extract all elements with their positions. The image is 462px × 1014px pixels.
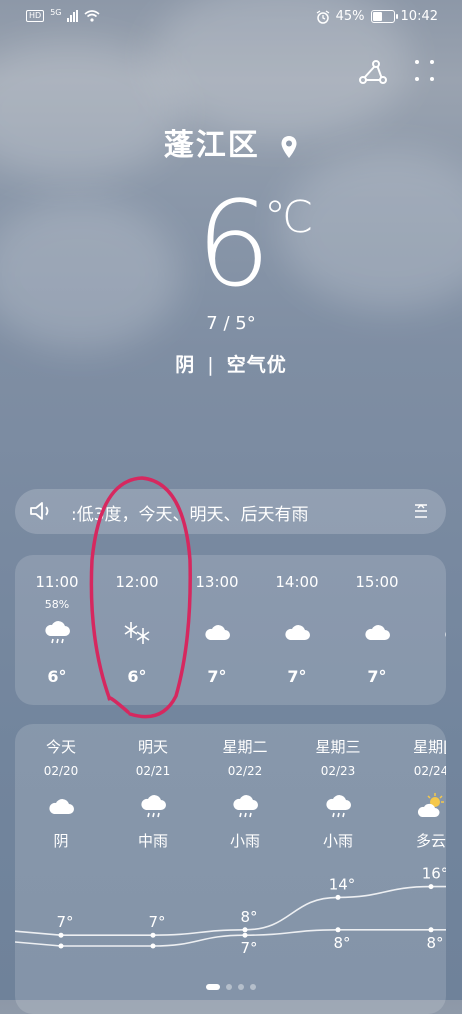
list-menu-icon[interactable] [414, 503, 428, 519]
low-temp-line-point [242, 932, 248, 938]
hour-time: 11:00 [35, 573, 79, 591]
low-temp-line-point [428, 927, 434, 933]
page-dot[interactable] [250, 984, 256, 990]
status-bar: HD 5G 45% 10:42 [0, 0, 462, 34]
weather-condition: 阴 [175, 354, 196, 376]
hour-temp: 6° [127, 667, 147, 686]
battery-percent: 45% [335, 9, 365, 24]
daily-high-label: 14° [329, 875, 356, 893]
cloud-icon [285, 625, 310, 640]
current-temperature: 6 [196, 175, 272, 313]
condition-line: 阴 | 空气优 [0, 350, 462, 377]
page-indicator[interactable] [0, 984, 462, 990]
high-temp-line-point [242, 927, 248, 933]
condition-separator: | [207, 354, 215, 376]
hour-time: 13:00 [195, 573, 239, 591]
page-dot[interactable] [238, 984, 244, 990]
high-temp-line [15, 885, 446, 936]
hour-temp: 6° [47, 667, 67, 686]
air-quality[interactable]: 空气优 [227, 354, 287, 376]
hour-temp: 7° [207, 667, 227, 686]
clock: 10:42 [400, 9, 438, 24]
low-temp-line-point [335, 927, 341, 933]
weather-notice-banner[interactable]: :低3度，今天、明天、后天有雨 [15, 489, 446, 534]
city-name: 蓬江区 [163, 128, 260, 163]
more-options-icon[interactable] [415, 60, 436, 84]
low-temp-line-point [150, 943, 156, 949]
hour-time: 14:00 [275, 573, 319, 591]
daily-high-label: 8° [240, 908, 257, 926]
alarm-icon [316, 9, 329, 24]
temperature-unit: ℃ [264, 192, 314, 243]
high-temp-line-point [428, 884, 434, 890]
low-temp-line [15, 929, 446, 947]
temperature-trend-chart: 7° 7° 8° 7° 14° 8° 16° 8° [15, 865, 446, 957]
hour-time: 15:00 [355, 573, 399, 591]
page-dot[interactable] [226, 984, 232, 990]
hourly-forecast[interactable]: 11:00 58% 6° 12:00 6° 13:00 7° 14:00 7° … [15, 555, 446, 705]
cloud-icon [445, 632, 446, 637]
network-type: 5G [50, 7, 62, 17]
speaker-icon[interactable] [29, 501, 53, 521]
daily-low-label: 8° [333, 934, 350, 952]
share-icon[interactable] [359, 60, 387, 84]
city-title[interactable]: 蓬江区 [0, 120, 462, 164]
daily-low-label: 8° [426, 934, 443, 952]
daily-low-label: 7° [240, 939, 257, 957]
hour-temp: 7° [287, 667, 307, 686]
precip-chance: 58% [44, 598, 70, 611]
low-temp-line-point [58, 943, 64, 949]
high-temp-line-point [335, 894, 341, 900]
daily-forecast[interactable]: 今天 02/20 阴 明天 02/21 中雨 星期二 02/22 小雨 星期三 … [15, 724, 446, 1014]
snowflake-icon [124, 622, 150, 644]
location-pin-icon [281, 135, 297, 158]
page-dot-active[interactable] [206, 984, 220, 990]
notice-text: :低3度，今天、明天、后天有雨 [71, 505, 309, 525]
high-temp-line-point [58, 932, 64, 938]
high-low-temperature: 7 / 5° [206, 313, 256, 334]
hour-time: 12:00 [115, 573, 159, 591]
signal-icon [67, 10, 79, 22]
hd-indicator: HD [26, 10, 45, 22]
hour-time: 1( [427, 573, 446, 591]
cloud-icon [205, 625, 230, 640]
cloud-rain-icon [45, 621, 70, 644]
high-temp-line-point [150, 932, 156, 938]
cloud-icon [365, 625, 390, 640]
wifi-icon [84, 10, 101, 22]
battery-icon [370, 10, 398, 23]
daily-high-label: 7° [148, 913, 165, 931]
daily-high-label: 16° [422, 865, 446, 883]
hour-temp: 7° [367, 667, 387, 686]
daily-high-label: 7° [56, 913, 73, 931]
